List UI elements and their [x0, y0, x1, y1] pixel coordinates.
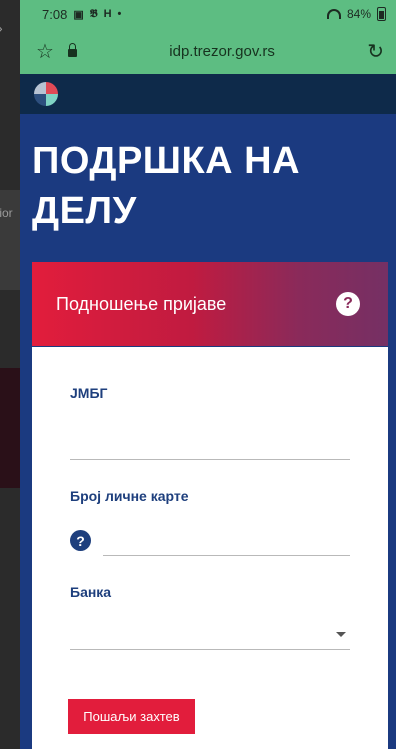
- url-text[interactable]: idp.trezor.gov.rs: [77, 43, 367, 60]
- dot-icon: •: [117, 8, 122, 20]
- help-icon[interactable]: ?: [70, 530, 91, 551]
- phone-window: 7:08 ▣ 𝕭 H • 84% ☆ idp.trezor.gov.rs ↻ П…: [20, 0, 396, 749]
- jmbg-label: ЈМБГ: [70, 385, 108, 401]
- notification-h-icon: H: [103, 8, 112, 20]
- id-card-row: ?: [70, 526, 350, 556]
- browser-url-bar: ☆ idp.trezor.gov.rs ↻: [20, 28, 396, 74]
- submit-button[interactable]: Пошаљи захтев: [68, 699, 195, 734]
- bank-select[interactable]: [70, 620, 350, 650]
- caret-down-icon: [336, 632, 346, 637]
- battery-icon: [377, 7, 386, 21]
- bank-label: Банка: [70, 584, 112, 600]
- hero-section: ПОДРШКА НА ДЕЛУ: [20, 114, 396, 262]
- chevron-icon: ›: [0, 20, 3, 36]
- page-title: ПОДРШКА НА ДЕЛУ: [32, 136, 382, 236]
- battery-percent: 84%: [346, 7, 371, 21]
- star-icon[interactable]: ☆: [36, 39, 54, 64]
- id-card-input[interactable]: [103, 526, 350, 556]
- gallery-icon: ▣: [73, 8, 84, 21]
- site-header: [20, 74, 396, 114]
- help-icon[interactable]: ?: [336, 292, 360, 316]
- page-title-line2: ДЕЛУ: [32, 190, 137, 232]
- form-banner: Подношење пријаве ?: [32, 262, 388, 346]
- status-time: 7:08: [42, 6, 68, 22]
- banner-label: Подношење пријаве: [56, 293, 227, 314]
- application-form: ЈМБГ Број личне карте ? Банка Пошаљи зах…: [32, 347, 388, 749]
- page-title-line1: ПОДРШКА НА: [32, 140, 301, 182]
- status-bar: 7:08 ▣ 𝕭 H • 84%: [20, 0, 396, 28]
- reload-icon[interactable]: ↻: [367, 39, 384, 64]
- lock-icon[interactable]: [67, 43, 77, 57]
- wifi-icon: [326, 9, 341, 19]
- pie-logo-icon[interactable]: [34, 82, 58, 106]
- notification-b-icon: 𝕭: [89, 7, 98, 20]
- id-card-label: Број личне карте: [70, 488, 189, 504]
- background-text: tior: [0, 206, 13, 220]
- jmbg-input[interactable]: [70, 459, 350, 460]
